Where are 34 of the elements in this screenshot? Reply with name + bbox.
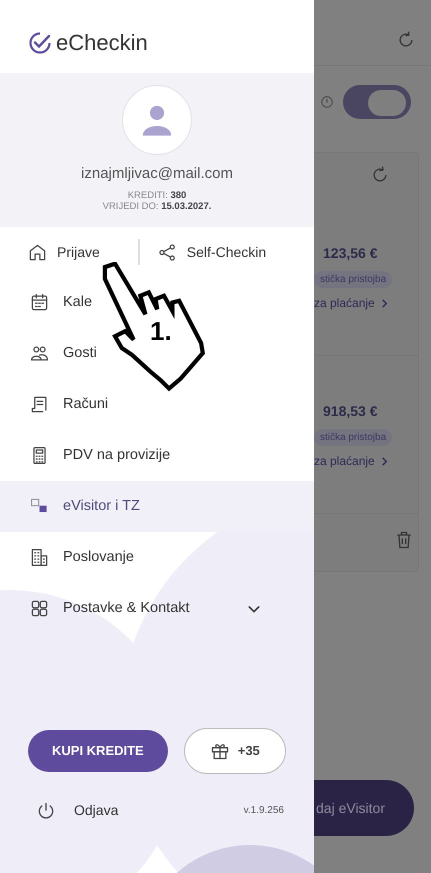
building-icon (30, 548, 49, 568)
gift-button[interactable]: +35 (184, 728, 286, 774)
nav-link-button[interactable]: Prijave (28, 242, 100, 263)
tag-label: stička pristojba (314, 429, 392, 446)
amount-text: 918,53 € (323, 402, 378, 421)
valid-until-text: VRIJEDI DO: 15.03.2027. (102, 201, 212, 214)
calendar-icon (30, 293, 49, 312)
receipt-icon (30, 395, 49, 414)
menu-item[interactable]: Poslovanje (0, 532, 314, 584)
share-icon (158, 242, 177, 262)
user-icon (140, 103, 174, 137)
buy-credits-button[interactable]: KUPI KREDITE (28, 730, 168, 772)
evisitor-button[interactable]: daj eVisitor (314, 780, 414, 836)
power-icon (36, 800, 56, 820)
app-logo-text: eCheckin (56, 29, 148, 57)
people-icon (30, 344, 49, 364)
credits-text: KREDITI: 380 (128, 190, 186, 202)
amount-text: 123,56 € (323, 244, 378, 263)
home-icon (28, 242, 47, 262)
menu-item[interactable]: Postavke & Kontakt (0, 583, 314, 634)
info-icon (320, 95, 334, 109)
menu-item[interactable]: eVisitor i TZ (0, 481, 314, 532)
step-number: 1. (150, 318, 172, 344)
logout-button[interactable]: Odjava (36, 800, 118, 821)
check-circle-icon (28, 30, 52, 54)
tag-label: stička pristojba (314, 271, 392, 288)
menu-item[interactable]: Računi (0, 379, 314, 430)
nav-link-button[interactable]: Self-Checkin (158, 242, 266, 263)
menu-item[interactable]: PDV na provizije (0, 430, 314, 482)
gift-icon (210, 741, 230, 761)
user-email: iznajmljivac@mail.com (81, 164, 233, 184)
version-text: v.1.9.256 (244, 804, 284, 818)
toggle-switch[interactable] (343, 85, 411, 119)
grid-icon (30, 599, 49, 618)
